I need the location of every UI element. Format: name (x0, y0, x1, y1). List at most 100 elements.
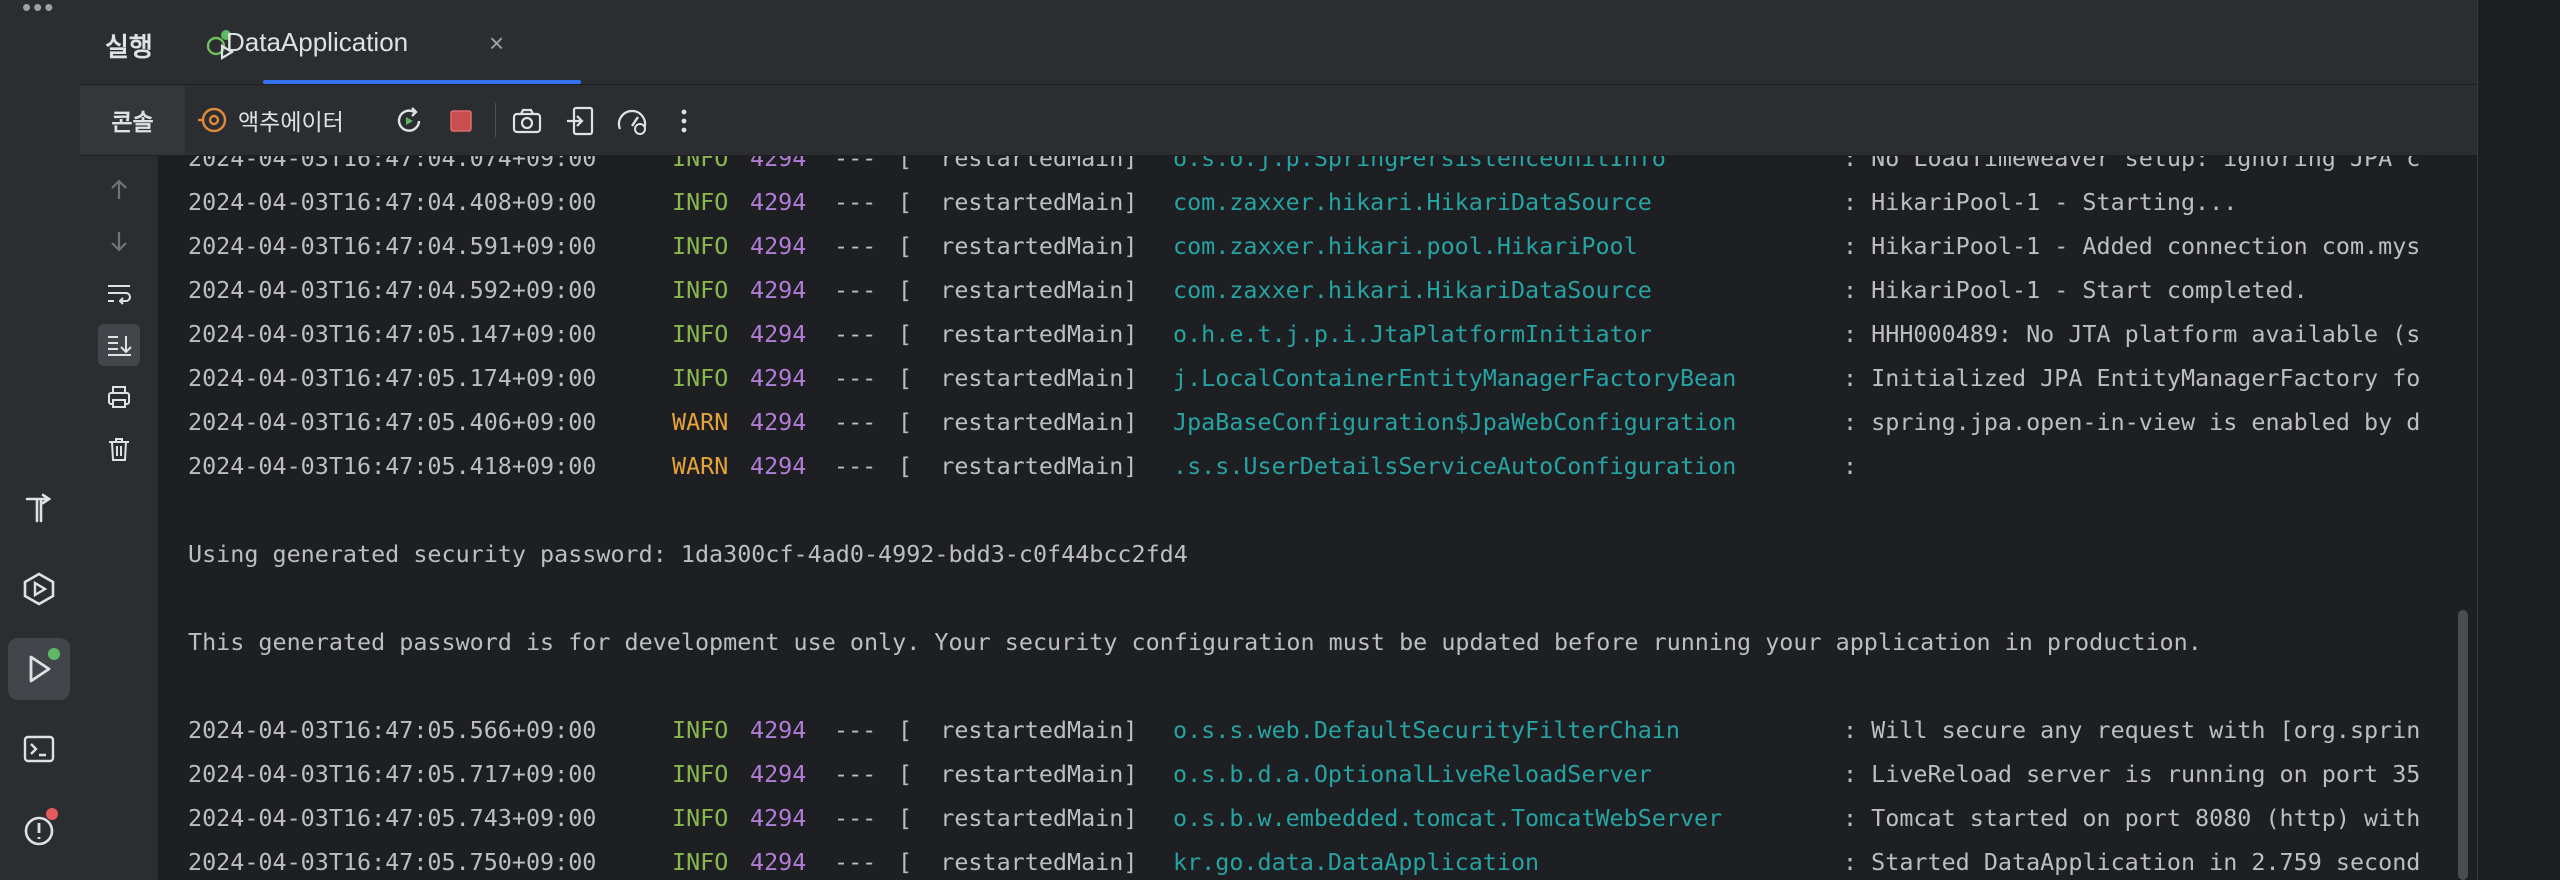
up-arrow-icon (111, 179, 127, 199)
right-tool-strip (2477, 0, 2560, 880)
print-button[interactable] (98, 376, 140, 418)
log-pid: 4294 (750, 156, 807, 172)
services-button[interactable] (8, 558, 70, 620)
log-logger[interactable]: o.s.o.j.p.SpringPersistenceUnitInfo (1173, 156, 1666, 180)
log-logger[interactable]: com.zaxxer.hikari.HikariDataSource (1173, 180, 1652, 224)
rerun-button[interactable] (390, 102, 428, 140)
log-separator: --- (834, 156, 877, 172)
log-level: INFO (672, 804, 729, 832)
log-level: WARN (672, 408, 729, 436)
rerun-icon (397, 107, 421, 132)
log-separator: --- (834, 320, 877, 348)
log-timestamp: 2024-04-03T16:47:04.074+09:00 (188, 156, 597, 172)
log-logger[interactable]: kr.go.data.DataApplication (1173, 840, 1539, 880)
console-output[interactable]: 2024-04-03T16:47:04.074+09:00 INFO 4294 ---… (158, 156, 2458, 880)
log-level: INFO (672, 320, 729, 348)
log-thread: [ restartedMain] (898, 320, 1138, 348)
log-level: WARN (672, 452, 729, 480)
build-icon (25, 493, 52, 523)
log-thread: [ restartedMain] (898, 188, 1138, 216)
log-message: : LiveReload server is running on port 3… (1843, 760, 2421, 788)
build-button[interactable] (8, 478, 70, 540)
terminal-button[interactable] (8, 718, 70, 780)
log-level: INFO (672, 364, 729, 392)
dump-threads-button[interactable] (508, 102, 546, 140)
profiler-button[interactable] (613, 102, 651, 140)
log-timestamp: 2024-04-03T16:47:05.566+09:00 (188, 716, 597, 744)
tab-dataapplication[interactable]: DataApplication × (204, 20, 504, 70)
problems-indicator (46, 808, 58, 820)
console-text: Using generated security password: 1da30… (188, 540, 1188, 568)
menu-dots-icon[interactable]: ••• (22, 0, 55, 23)
terminal-icon (23, 735, 55, 763)
log-message: : HHH000489: No JTA platform available (… (1843, 320, 2421, 348)
stop-button[interactable] (442, 102, 480, 140)
run-panel-title: 실행 (105, 32, 153, 62)
log-thread: [ restartedMain] (898, 760, 1138, 788)
log-level: INFO (672, 232, 729, 260)
tab-close-icon[interactable]: × (489, 28, 504, 59)
log-timestamp: 2024-04-03T16:47:05.174+09:00 (188, 364, 597, 392)
log-thread: [ restartedMain] (898, 452, 1138, 480)
camera-icon (512, 108, 542, 134)
log-timestamp: 2024-04-03T16:47:05.147+09:00 (188, 320, 597, 348)
log-pid: 4294 (750, 320, 807, 348)
log-logger[interactable]: JpaBaseConfiguration$JpaWebConfiguration (1173, 400, 1736, 444)
log-logger[interactable]: j.LocalContainerEntityManagerFactoryBean (1173, 356, 1736, 400)
log-logger[interactable]: com.zaxxer.hikari.HikariDataSource (1173, 268, 1652, 312)
log-logger[interactable]: com.zaxxer.hikari.pool.HikariPool (1173, 224, 1638, 268)
console-scrollbar[interactable] (2458, 610, 2468, 880)
log-message: : HikariPool-1 - Starting... (1843, 188, 2238, 216)
log-thread: [ restartedMain] (898, 232, 1138, 260)
log-separator: --- (834, 188, 877, 216)
log-logger[interactable]: o.s.s.web.DefaultSecurityFilterChain (1173, 708, 1680, 752)
soft-wrap-icon (108, 285, 131, 305)
tab-actuator[interactable]: 액추에이터 (198, 85, 344, 155)
soft-wrap-button[interactable] (98, 272, 140, 314)
log-level: INFO (672, 276, 729, 304)
log-separator: --- (834, 276, 877, 304)
log-message: : Initialized JPA EntityManagerFactory f… (1843, 364, 2421, 392)
next-occurrence-button[interactable] (98, 220, 140, 262)
log-separator: --- (834, 364, 877, 392)
activity-strip: ••• (0, 0, 81, 880)
trash-icon (109, 438, 129, 461)
run-tool-button[interactable] (8, 638, 70, 700)
exit-button[interactable] (562, 102, 600, 140)
clear-all-button[interactable] (98, 428, 140, 470)
log-logger[interactable]: o.s.b.d.a.OptionalLiveReloadServer (1173, 752, 1652, 796)
log-separator: --- (834, 716, 877, 744)
log-separator: --- (834, 408, 877, 436)
log-message: : spring.jpa.open-in-view is enabled by … (1843, 408, 2421, 436)
actuator-tab-label: 액추에이터 (238, 109, 344, 135)
log-thread: [ restartedMain] (898, 716, 1138, 744)
log-logger[interactable]: .s.s.UserDetailsServiceAutoConfiguration (1173, 444, 1736, 488)
exit-icon (567, 106, 594, 136)
scroll-to-end-icon (108, 336, 132, 356)
log-pid: 4294 (750, 364, 807, 392)
log-pid: 4294 (750, 848, 807, 876)
log-thread: [ restartedMain] (898, 156, 1138, 172)
tab-console[interactable]: 콘솔 (80, 85, 185, 155)
actuator-icon (198, 107, 227, 133)
log-message: : No LoadTimeWeaver setup: ignoring JPA … (1843, 156, 2421, 172)
log-logger[interactable]: o.s.b.w.embedded.tomcat.TomcatWebServer (1173, 796, 1722, 840)
log-message: : Started DataApplication in 2.759 secon… (1843, 848, 2421, 876)
log-separator: --- (834, 804, 877, 832)
previous-occurrence-button[interactable] (98, 169, 140, 211)
run-tab-bar: 실행 DataApplication × (80, 0, 2477, 85)
log-level: INFO (672, 760, 729, 788)
problems-button[interactable] (8, 798, 70, 860)
log-level: INFO (672, 156, 729, 172)
console-actions-gutter (80, 156, 158, 880)
scroll-to-end-button[interactable] (98, 324, 140, 366)
log-timestamp: 2024-04-03T16:47:05.717+09:00 (188, 760, 597, 788)
log-pid: 4294 (750, 408, 807, 436)
log-thread: [ restartedMain] (898, 276, 1138, 304)
log-level: INFO (672, 188, 729, 216)
more-options-button[interactable] (665, 102, 703, 140)
log-pid: 4294 (750, 452, 807, 480)
log-message: : Tomcat started on port 8080 (http) wit… (1843, 804, 2421, 832)
log-timestamp: 2024-04-03T16:47:04.408+09:00 (188, 188, 597, 216)
log-logger[interactable]: o.h.e.t.j.p.i.JtaPlatformInitiator (1173, 312, 1652, 356)
